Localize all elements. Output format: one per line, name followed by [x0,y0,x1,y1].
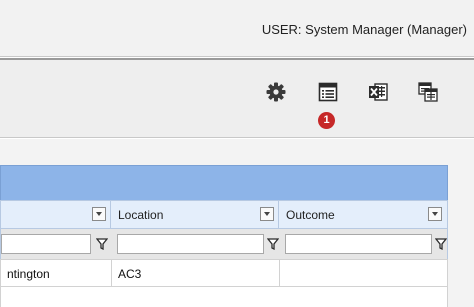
column-chooser-icon[interactable] [418,82,438,102]
filter-funnel-icon[interactable] [96,238,108,250]
table-cell [280,260,447,286]
gear-icon[interactable] [266,82,286,102]
column-menu-dropdown-icon[interactable] [92,207,106,221]
column-header-label: Outcome [286,208,335,222]
empty-row [0,287,448,307]
column-menu-dropdown-icon[interactable] [260,207,274,221]
grid-view-icon[interactable] [318,82,338,102]
column-header-location[interactable]: Location [112,201,279,228]
excel-export-icon[interactable] [368,82,388,102]
column-header-row: Location Outcome [0,200,448,229]
filter-funnel-icon[interactable] [267,238,279,250]
toolbar: 1 [0,58,474,138]
grid-panel: Location Outcome ntington AC3 [0,139,474,307]
notification-badge: 1 [318,112,335,129]
filter-row [0,229,448,259]
table-row[interactable]: ntington AC3 [0,259,448,287]
filter-funnel-icon[interactable] [435,238,447,250]
column-menu-dropdown-icon[interactable] [428,207,442,221]
filter-input-location[interactable] [117,234,264,254]
table-cell: AC3 [112,260,280,286]
grid-group-header [0,165,448,200]
filter-input-outcome[interactable] [285,234,432,254]
column-header-outcome[interactable]: Outcome [280,201,447,228]
filter-input-name[interactable] [1,234,91,254]
current-user-label: USER: System Manager (Manager) [261,22,467,37]
table-cell: ntington [1,260,112,286]
column-header-label: Location [118,208,164,222]
top-bar: USER: System Manager (Manager) [0,0,474,57]
